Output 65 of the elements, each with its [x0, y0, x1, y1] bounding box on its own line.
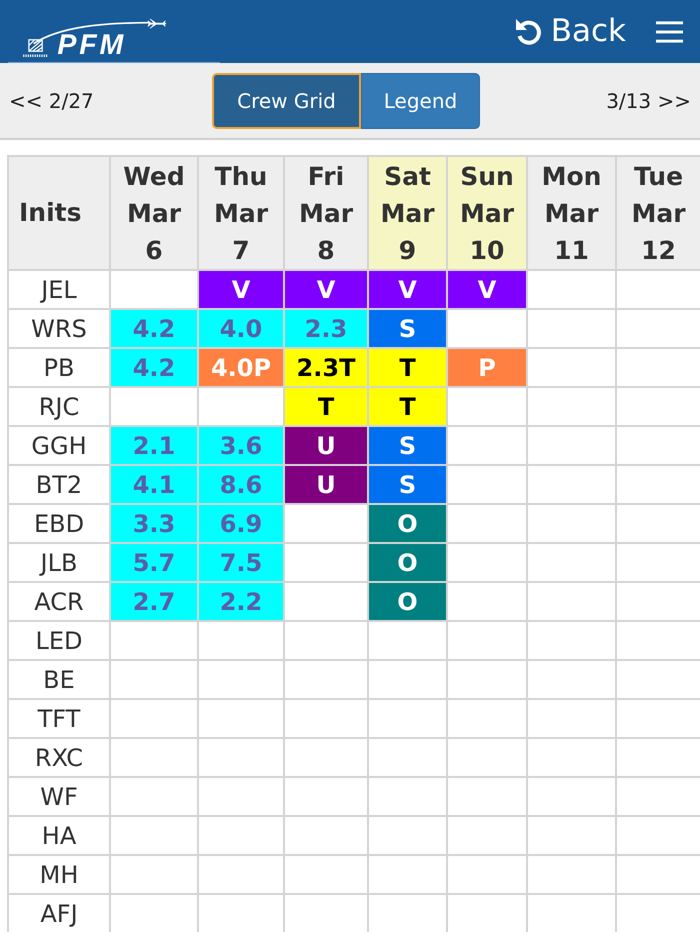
schedule-cell: 2.1 — [111, 427, 197, 464]
crew-initials: HA — [9, 817, 109, 854]
schedule-cell: 2.2 — [199, 583, 283, 620]
crew-initials: PB — [9, 349, 109, 386]
crew-initials: RXC — [9, 739, 109, 776]
schedule-cell: S — [369, 466, 446, 503]
schedule-cell: O — [369, 544, 446, 581]
menu-icon[interactable] — [656, 20, 683, 44]
schedule-cell: U — [285, 466, 367, 503]
column-header: Mon Mar 11 — [528, 157, 615, 269]
crew-initials: RJC — [9, 388, 109, 425]
schedule-cell: V — [448, 271, 526, 308]
schedule-cell: U — [285, 427, 367, 464]
crew-initials: JEL — [9, 271, 109, 308]
crew-initials: TFT — [9, 700, 109, 737]
schedule-cell: 4.1 — [111, 466, 197, 503]
crew-initials: AFJ — [9, 895, 109, 932]
schedule-cell: T — [369, 349, 446, 386]
schedule-cell: 3.6 — [199, 427, 283, 464]
schedule-cell: 2.3T — [285, 349, 367, 386]
column-header: Inits — [9, 157, 109, 269]
column-header: Thu Mar 7 — [199, 157, 283, 269]
schedule-cell: 8.6 — [199, 466, 283, 503]
schedule-cell: 2.3 — [285, 310, 367, 347]
back-button[interactable]: Back — [514, 16, 626, 47]
crew-initials: BT2 — [9, 466, 109, 503]
column-header: Wed Mar 6 — [111, 157, 197, 269]
schedule-cell: T — [285, 388, 367, 425]
schedule-cell: 4.2 — [111, 349, 197, 386]
schedule-cell: P — [448, 349, 526, 386]
schedule-cell: 4.0 — [199, 310, 283, 347]
schedule-cell: 4.0P — [199, 349, 283, 386]
schedule-cell: V — [199, 271, 283, 308]
crew-initials: WRS — [9, 310, 109, 347]
crew-initials: MH — [9, 856, 109, 893]
view-tab[interactable]: Crew Grid — [212, 72, 361, 128]
app-logo: PFM — [8, 15, 198, 57]
schedule-cell: 5.7 — [111, 544, 197, 581]
schedule-cell: V — [285, 271, 367, 308]
column-header: Sun Mar 10 — [448, 157, 526, 269]
schedule-cell: O — [369, 505, 446, 542]
column-header: Tue Mar 12 — [617, 157, 700, 269]
schedule-cell: 4.2 — [111, 310, 197, 347]
crew-initials: WF — [9, 778, 109, 815]
schedule-cell: O — [369, 583, 446, 620]
schedule-cell: 7.5 — [199, 544, 283, 581]
schedule-cell: T — [369, 388, 446, 425]
view-tab[interactable]: Legend — [361, 72, 480, 128]
crew-initials: BE — [9, 661, 109, 698]
crew-initials: GGH — [9, 427, 109, 464]
crew-initials: ACR — [9, 583, 109, 620]
column-header: Fri Mar 8 — [285, 157, 367, 269]
schedule-cell: 2.7 — [111, 583, 197, 620]
schedule-cell: 6.9 — [199, 505, 283, 542]
next-link[interactable]: 3/13 >> — [606, 86, 691, 116]
schedule-cell: V — [369, 271, 446, 308]
crew-initials: LED — [9, 622, 109, 659]
crew-initials: JLB — [9, 544, 109, 581]
previous-link[interactable]: << 2/27 — [9, 86, 94, 116]
crew-initials: EBD — [9, 505, 109, 542]
schedule-cell: 3.3 — [111, 505, 197, 542]
schedule-cell: S — [369, 427, 446, 464]
schedule-cell: S — [369, 310, 446, 347]
refresh-icon — [514, 18, 543, 46]
column-header: Sat Mar 9 — [369, 157, 446, 269]
